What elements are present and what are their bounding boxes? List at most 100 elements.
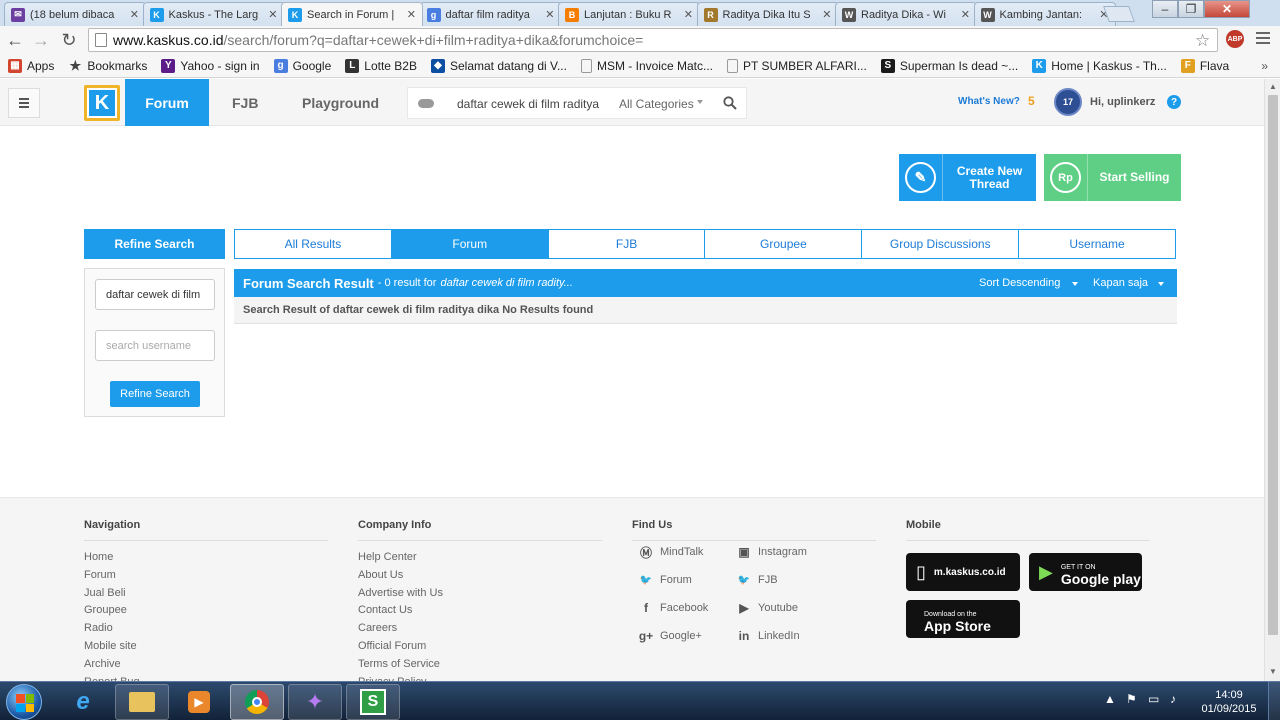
social-link-instagram[interactable]: ▣ Instagram: [736, 544, 807, 560]
time-select[interactable]: Kapan saja: [1093, 277, 1148, 289]
browser-tab[interactable]: W Kambing Jantan: ✕: [973, 2, 1116, 26]
social-link-forum[interactable]: 🐦 Forum: [638, 572, 692, 588]
show-desktop-button[interactable]: [1268, 682, 1280, 720]
bookmark-item[interactable]: F Flava: [1180, 58, 1229, 73]
footer-link[interactable]: Terms of Service: [358, 656, 602, 674]
footer-link[interactable]: Privacy Policy: [358, 674, 602, 681]
back-button[interactable]: ←: [4, 29, 26, 51]
close-window-button[interactable]: ✕: [1204, 0, 1250, 18]
footer-link[interactable]: Report Bug: [84, 674, 328, 681]
bookmark-item[interactable]: L Lotte B2B: [345, 58, 417, 73]
minimize-button[interactable]: –: [1152, 0, 1178, 18]
browser-tab[interactable]: W Raditya Dika - Wi ✕: [835, 2, 977, 26]
start-button[interactable]: [6, 684, 42, 720]
footer-link[interactable]: Help Center: [358, 549, 602, 567]
bookmark-item[interactable]: K Home | Kaskus - Th...: [1032, 58, 1167, 73]
whats-new-link[interactable]: What's New?: [958, 96, 1020, 107]
footer-link[interactable]: Mobile site: [84, 638, 328, 656]
network-icon[interactable]: ▭: [1148, 692, 1159, 706]
avatar[interactable]: 17: [1054, 88, 1082, 116]
tab-fjb[interactable]: FJB: [548, 230, 706, 258]
bookmark-item[interactable]: MSM - Invoice Matc...: [580, 58, 713, 73]
forward-button[interactable]: →: [30, 29, 52, 51]
help-icon[interactable]: ?: [1167, 95, 1181, 109]
tab-username[interactable]: Username: [1019, 230, 1175, 258]
spreadsheet-app-icon[interactable]: S: [346, 684, 400, 720]
social-link-facebook[interactable]: f Facebook: [638, 600, 708, 616]
app-store-badge[interactable]: Download on the App Store: [906, 600, 1020, 638]
bookmarks-overflow-icon[interactable]: »: [1261, 59, 1268, 73]
nav-playground[interactable]: Playground: [302, 79, 379, 126]
footer-link[interactable]: Advertise with Us: [358, 585, 602, 603]
kaskus-logo[interactable]: K: [84, 85, 120, 121]
google-play-badge[interactable]: ▶ GET IT ON Google play: [1029, 553, 1142, 591]
search-icon[interactable]: [723, 96, 737, 110]
ie-app-icon[interactable]: e: [56, 684, 110, 720]
nav-fjb[interactable]: FJB: [232, 79, 258, 126]
social-link-linkedin[interactable]: in LinkedIn: [736, 628, 800, 644]
footer-link[interactable]: Forum: [84, 567, 328, 585]
close-tab-icon[interactable]: ✕: [268, 8, 277, 21]
browser-tab[interactable]: K Search in Forum | ✕: [281, 2, 423, 26]
category-select[interactable]: All Categories: [619, 97, 694, 111]
footer-link[interactable]: Jual Beli: [84, 585, 328, 603]
system-clock[interactable]: 14:09 01/09/2015: [1198, 688, 1260, 716]
address-bar[interactable]: www.kaskus.co.id/search/forum?q=daftar+c…: [88, 28, 1218, 52]
reload-button[interactable]: ↻: [58, 29, 80, 51]
social-link-mindtalk[interactable]: Ⓜ MindTalk: [638, 544, 703, 560]
create-thread-button[interactable]: ✎ Create New Thread: [899, 154, 1036, 201]
chrome-app-icon[interactable]: [230, 684, 284, 720]
volume-icon[interactable]: ♪: [1170, 692, 1176, 706]
tab-group-discussions[interactable]: Group Discussions: [862, 230, 1020, 258]
tab-forum[interactable]: Forum: [391, 230, 549, 258]
close-tab-icon[interactable]: ✕: [684, 8, 693, 21]
browser-tab[interactable]: g daftar film raditya ✕: [419, 2, 562, 26]
username-input[interactable]: search username: [95, 330, 215, 361]
close-tab-icon[interactable]: ✕: [545, 8, 554, 21]
start-selling-button[interactable]: Rp Start Selling: [1044, 154, 1181, 201]
bookmark-star-icon[interactable]: ☆: [1195, 31, 1210, 51]
browser-menu-icon[interactable]: [1256, 32, 1270, 47]
social-link-youtube[interactable]: ▶ Youtube: [736, 600, 798, 616]
close-tab-icon[interactable]: ✕: [130, 8, 139, 21]
bookmark-item[interactable]: PT SUMBER ALFARI...: [727, 58, 867, 73]
close-tab-icon[interactable]: ✕: [407, 8, 416, 21]
bookmark-item[interactable]: ★ Bookmarks: [68, 58, 148, 73]
page-scrollbar[interactable]: ▲ ▼: [1264, 79, 1280, 681]
media-player-app-icon[interactable]: ▶: [172, 684, 226, 720]
close-tab-icon[interactable]: ✕: [822, 8, 831, 21]
mobile-site-badge[interactable]: ▯ m.kaskus.co.id: [906, 553, 1020, 591]
tray-expand-icon[interactable]: ▲: [1104, 692, 1116, 706]
bookmark-item[interactable]: g Google: [273, 58, 331, 73]
restore-button[interactable]: ❐: [1178, 0, 1204, 18]
social-link-fjb[interactable]: 🐦 FJB: [736, 572, 778, 588]
close-tab-icon[interactable]: ✕: [961, 8, 970, 21]
footer-link[interactable]: About Us: [358, 567, 602, 585]
nav-forum[interactable]: Forum: [125, 79, 209, 126]
footer-link[interactable]: Groupee: [84, 602, 328, 620]
hamburger-menu-icon[interactable]: [8, 88, 40, 118]
footer-link[interactable]: Contact Us: [358, 602, 602, 620]
social-link-google[interactable]: g+ Google+: [638, 628, 702, 644]
tab-all-results[interactable]: All Results: [235, 230, 392, 258]
bookmark-item[interactable]: S Superman Is dead ~...: [880, 58, 1018, 73]
footer-link[interactable]: Archive: [84, 656, 328, 674]
footer-link[interactable]: Official Forum: [358, 638, 602, 656]
browser-tab[interactable]: ✉ (18 belum dibaca ✕: [4, 2, 146, 26]
refine-search-button[interactable]: Refine Search: [110, 381, 200, 407]
action-center-icon[interactable]: ⚑: [1126, 692, 1137, 706]
browser-tab[interactable]: B Lanjutan : Buku R ✕: [558, 2, 700, 26]
user-greeting[interactable]: Hi, uplinkerz: [1090, 96, 1155, 108]
footer-link[interactable]: Careers: [358, 620, 602, 638]
new-tab-button[interactable]: [1103, 6, 1135, 22]
bookmark-item[interactable]: ▦ Apps: [8, 58, 54, 73]
scrollbar-thumb[interactable]: [1268, 95, 1278, 635]
search-input[interactable]: daftar cewek di film raditya: [457, 97, 607, 111]
browser-tab[interactable]: R Raditya Dika Itu S ✕: [696, 2, 839, 26]
bookmark-item[interactable]: Y Yahoo - sign in: [161, 58, 260, 73]
adblock-icon[interactable]: ABP: [1226, 30, 1244, 48]
tab-groupee[interactable]: Groupee: [705, 230, 863, 258]
browser-tab[interactable]: K Kaskus - The Larg ✕: [142, 2, 285, 26]
scroll-up-icon[interactable]: ▲: [1269, 82, 1277, 91]
explorer-app-icon[interactable]: [115, 684, 169, 720]
